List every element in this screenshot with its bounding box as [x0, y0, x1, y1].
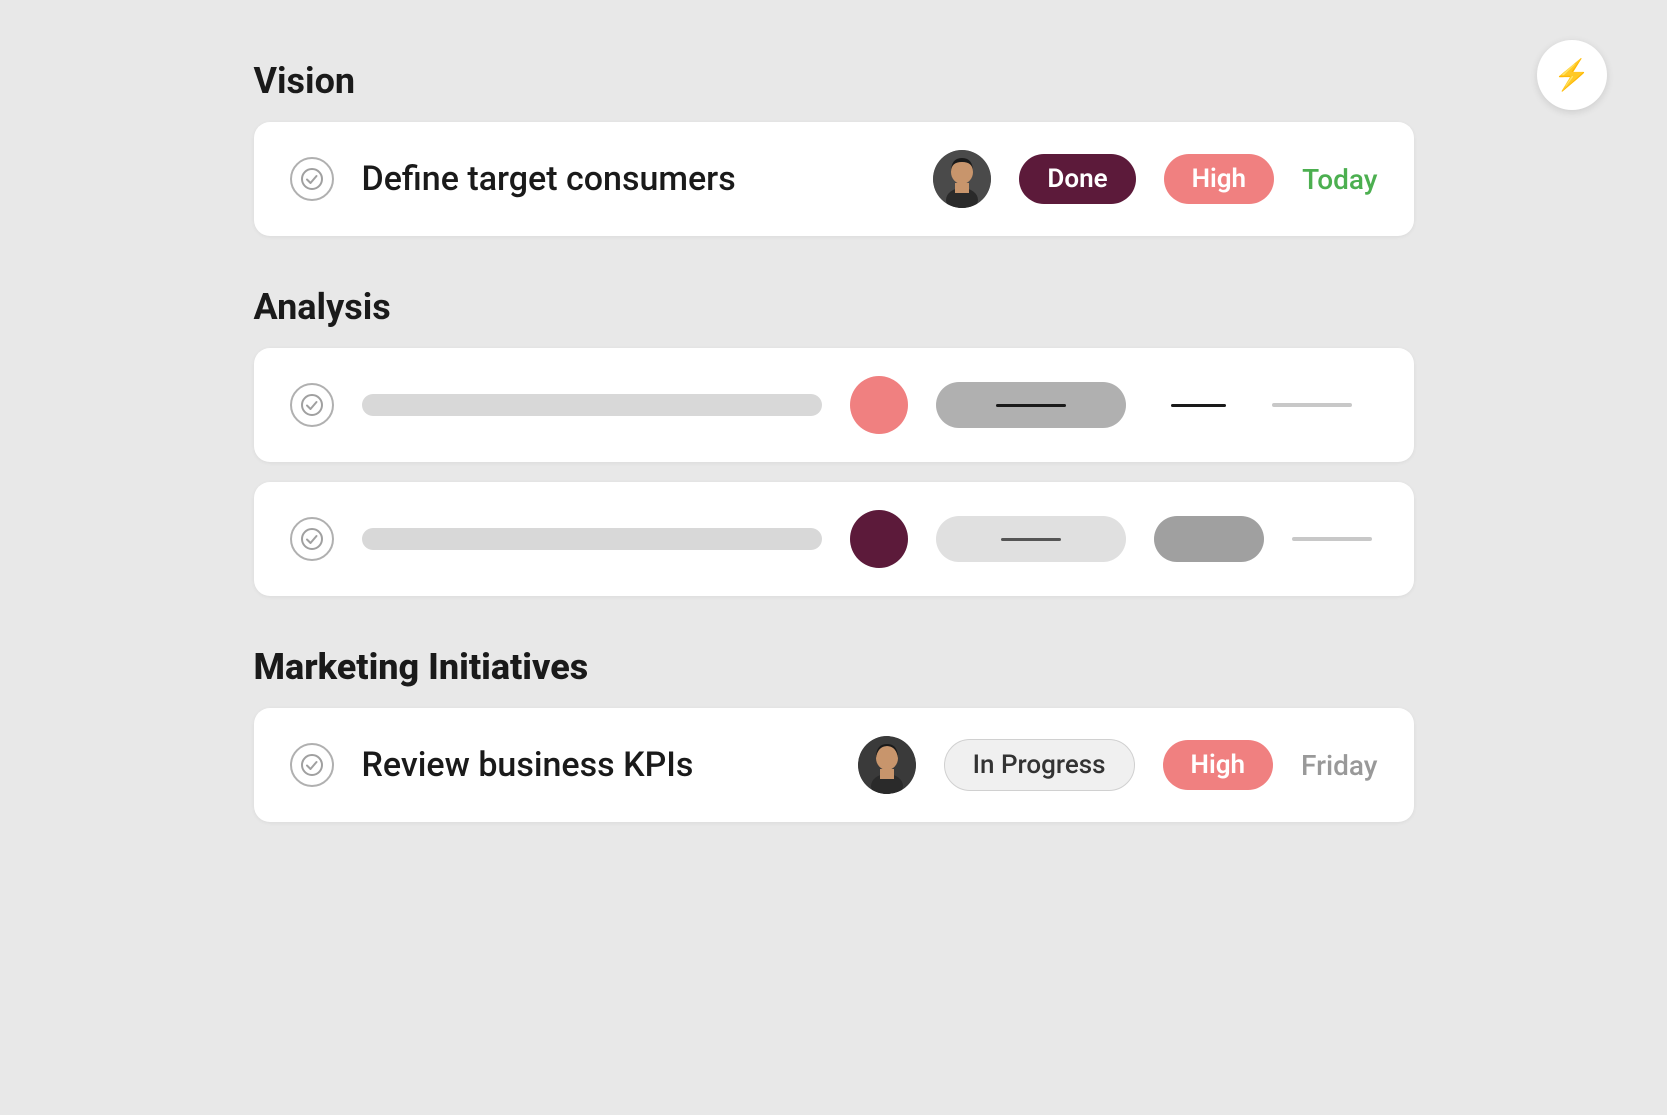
task-title-4: Review business KPIs	[362, 745, 830, 785]
lightning-button[interactable]: ⚡	[1537, 40, 1607, 110]
analysis-label: Analysis	[254, 286, 1414, 328]
marketing-label: Marketing Initiatives	[254, 646, 1414, 688]
task-placeholder-1	[362, 394, 822, 416]
avatar-1	[933, 150, 991, 208]
task-card-define-target[interactable]: Define target consumers Done High Today	[254, 122, 1414, 236]
check-icon-4	[290, 743, 334, 787]
marketing-section: Marketing Initiatives Review business KP…	[254, 646, 1414, 822]
bar-placeholder-2	[1292, 537, 1372, 541]
status-placeholder-2	[936, 516, 1126, 562]
check-icon-2	[290, 383, 334, 427]
status-badge-in-progress[interactable]: In Progress	[944, 739, 1135, 791]
priority-badge-high-1[interactable]: High	[1164, 154, 1274, 204]
vision-label: Vision	[254, 60, 1414, 102]
task-card-review-kpis[interactable]: Review business KPIs In Progress High Fr…	[254, 708, 1414, 822]
check-icon-3	[290, 517, 334, 561]
avatar-circle-purple	[850, 510, 908, 568]
status-badge-done[interactable]: Done	[1019, 154, 1135, 204]
date-text-today: Today	[1302, 163, 1377, 196]
task-card-analysis-1[interactable]	[254, 348, 1414, 462]
status-placeholder-1	[936, 382, 1126, 428]
task-title-1: Define target consumers	[362, 159, 906, 199]
analysis-section: Analysis	[254, 286, 1414, 596]
task-placeholder-2	[362, 528, 822, 550]
dash-container-1	[1154, 404, 1244, 407]
lightning-icon: ⚡	[1553, 58, 1590, 93]
check-icon-1	[290, 157, 334, 201]
avatar-2	[858, 736, 916, 794]
dash-1	[996, 404, 1066, 407]
dash-2	[1171, 404, 1226, 407]
date-text-friday: Friday	[1301, 749, 1377, 782]
vision-section: Vision Define target consumers	[254, 60, 1414, 236]
priority-placeholder-2	[1154, 516, 1264, 562]
priority-badge-high-2[interactable]: High	[1163, 740, 1273, 790]
avatar-circle-pink	[850, 376, 908, 434]
dash-3	[1001, 538, 1061, 541]
task-card-analysis-2[interactable]	[254, 482, 1414, 596]
main-container: Vision Define target consumers	[134, 0, 1534, 932]
bar-placeholder-1	[1272, 403, 1352, 407]
